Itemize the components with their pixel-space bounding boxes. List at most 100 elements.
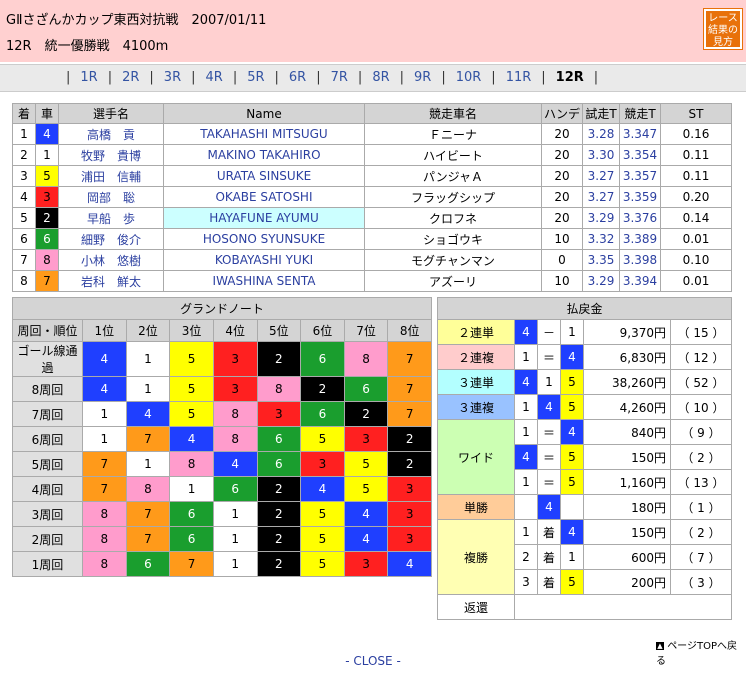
grand-note-position-header: 7位: [343, 319, 389, 342]
grand-note-row: 8周回 4 1 5 3 8 2 6 7: [12, 376, 432, 402]
entry-car: 7: [35, 270, 59, 292]
entry-handicap: 10: [541, 270, 583, 292]
grand-note-car: 7: [82, 476, 127, 502]
grand-note-row: 4周回 7 8 1 6 2 4 5 3: [12, 476, 432, 502]
race-link-3r[interactable]: 3R: [164, 70, 181, 85]
grand-note-car: 5: [300, 551, 345, 577]
grand-note-car: 5: [343, 451, 389, 477]
grand-note-car: 5: [300, 426, 345, 452]
grand-note-car: 3: [256, 401, 302, 427]
grand-note-car: 5: [169, 401, 214, 427]
grand-note-car: 8: [82, 551, 127, 577]
grand-note-car: 8: [125, 476, 171, 502]
payout-label-wide: ワイド: [437, 419, 515, 495]
entry-handicap: 10: [541, 228, 583, 250]
entry-trial-time: 3.29: [582, 270, 620, 292]
entry-handicap: 20: [541, 123, 583, 145]
payout-popularity: （ 2 ）: [670, 444, 732, 470]
race-link-9r[interactable]: 9R: [414, 70, 431, 85]
race-link-10r[interactable]: 10R: [456, 70, 482, 85]
grand-note-car: 3: [300, 451, 345, 477]
close-link[interactable]: - CLOSE -: [0, 654, 746, 668]
grand-note-row: 1周回 8 6 7 1 2 5 3 4: [12, 551, 432, 577]
race-nav: | 1R | 2R | 3R | 4R | 5R | 6R | 7R | 8R | 9R | 10R | 11R | 12R |: [0, 64, 746, 92]
grand-note-car: 4: [212, 451, 258, 477]
payout-car: 1: [514, 469, 538, 495]
entry-rider-name: 細野 俊介: [58, 228, 164, 250]
race-link-1r[interactable]: 1R: [80, 70, 97, 85]
payout-car: 4: [560, 419, 584, 445]
grand-note-car: 4: [169, 426, 214, 452]
grand-note-car: 1: [125, 341, 171, 377]
entry-handicap: 20: [541, 207, 583, 229]
entry-race-time: 3.354: [619, 144, 661, 166]
race-link-7r[interactable]: 7R: [331, 70, 348, 85]
grand-note-lap-label: 7周回: [12, 401, 83, 427]
col-trial: 試走T: [582, 103, 620, 124]
race-nav-separator: |: [232, 70, 238, 85]
grand-note-position-header: 5位: [256, 319, 302, 342]
grand-note-car: 2: [256, 341, 302, 377]
race-nav-separator: |: [149, 70, 154, 85]
grand-note-car: 4: [125, 401, 171, 427]
payout-popularity: （ 3 ）: [670, 569, 732, 595]
payout-car: 5: [560, 394, 584, 420]
payout-amount: 200円: [583, 569, 671, 595]
grand-note-car: 3: [343, 551, 389, 577]
grand-note-car: 6: [169, 501, 214, 527]
race-link-11r[interactable]: 11R: [506, 70, 532, 85]
payout-label-renfuku2: ２連複: [437, 344, 515, 370]
grand-note-car: 5: [169, 341, 214, 377]
payout-popularity: （ 12 ）: [670, 344, 732, 370]
entry-race-time: 3.357: [619, 165, 661, 187]
entry-trial-time: 3.27: [582, 165, 620, 187]
entry-car: 6: [35, 228, 59, 250]
grand-note-car: 7: [387, 376, 432, 402]
race-link-6r[interactable]: 6R: [289, 70, 306, 85]
entry-trial-time: 3.27: [582, 186, 620, 208]
race-nav-separator: |: [316, 70, 321, 85]
grand-note-car: 1: [125, 376, 171, 402]
grand-note-car: 2: [256, 526, 302, 552]
entry-car: 2: [35, 207, 59, 229]
entry-race-time: 3.398: [619, 249, 661, 271]
payout-car: 4: [537, 494, 561, 520]
race-subtitle: 12R 統一優勝戦 4100m: [6, 39, 169, 54]
entry-rider-name-en: OKABE SATOSHI: [163, 186, 365, 208]
entry-start-timing: 0.01: [660, 270, 732, 292]
result-guide-button[interactable]: レース結果の見方: [703, 8, 743, 50]
race-link-2r[interactable]: 2R: [122, 70, 139, 85]
grand-note-car: 7: [82, 451, 127, 477]
grand-note-lap-label: 2周回: [12, 526, 83, 552]
grand-note-car: 6: [169, 526, 214, 552]
race-title: GⅡさざんかカップ東西対抗戦 2007/01/11: [6, 13, 267, 28]
race-nav-separator: |: [491, 70, 496, 85]
entry-rank: 7: [12, 249, 36, 271]
payout-rank: 3: [514, 569, 538, 595]
payout-popularity: （ 2 ）: [670, 519, 732, 545]
grand-note-car: 5: [300, 501, 345, 527]
payout-label-renfuku3: ３連複: [437, 394, 515, 420]
race-link-5r[interactable]: 5R: [247, 70, 264, 85]
grand-note-car: 3: [387, 501, 432, 527]
entry-rank: 4: [12, 186, 36, 208]
grand-note-car: 4: [82, 376, 127, 402]
race-link-4r[interactable]: 4R: [206, 70, 223, 85]
grand-note-car: 1: [82, 401, 127, 427]
grand-note-lap-label: 4周回: [12, 476, 83, 502]
payout-chaku: 着: [537, 569, 561, 595]
entry-rider-name: 岩科 鮮太: [58, 270, 164, 292]
col-rank: 着: [12, 103, 36, 124]
payout-rank: 1: [514, 519, 538, 545]
entry-handicap: 20: [541, 186, 583, 208]
entry-rider-name: 牧野 貴博: [58, 144, 164, 166]
payout-chaku: 着: [537, 544, 561, 570]
entry-race-time: 3.389: [619, 228, 661, 250]
payout-car: 1: [514, 344, 538, 370]
col-handi: ハンデ: [541, 103, 583, 124]
entry-start-timing: 0.16: [660, 123, 732, 145]
grand-note-car: 7: [125, 526, 171, 552]
race-link-8r[interactable]: 8R: [372, 70, 389, 85]
payout-label-rentan2: ２連単: [437, 319, 515, 345]
grand-note-car: 5: [343, 476, 389, 502]
